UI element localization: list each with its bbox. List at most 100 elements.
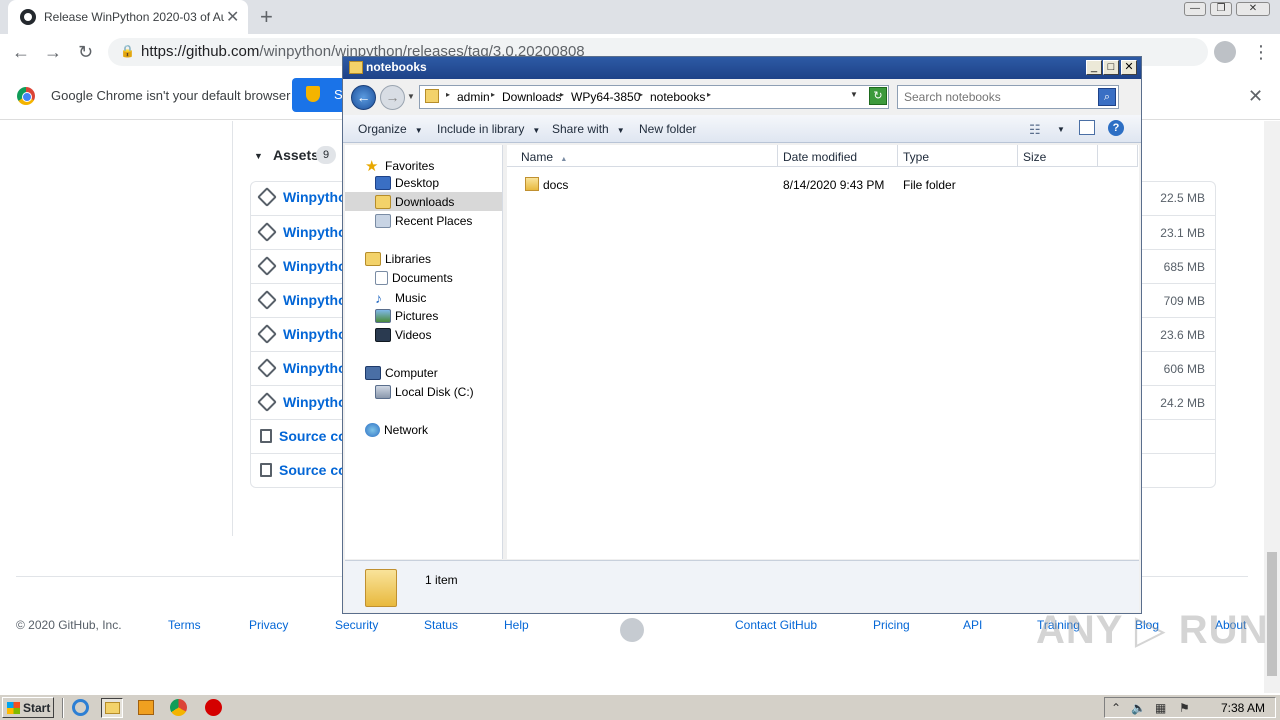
asset-link[interactable]: Winpytho [283, 224, 347, 240]
nav-downloads-label: Downloads [395, 195, 455, 209]
explorer-title-bar[interactable]: notebooks _ □ ✕ [343, 57, 1141, 79]
nav-downloads[interactable]: Downloads [375, 195, 454, 209]
nav-pictures[interactable]: Pictures [375, 309, 438, 323]
nav-local-disk[interactable]: Local Disk (C:) [375, 385, 474, 399]
tab-close-icon[interactable]: ✕ [226, 7, 239, 27]
asset-link[interactable]: Winpytho [283, 292, 347, 308]
file-type: File folder [903, 178, 956, 192]
start-button[interactable]: Start [2, 697, 54, 718]
new-folder-button[interactable]: New folder [639, 122, 696, 136]
tray-expand-icon[interactable]: ⌃ [1111, 701, 1121, 715]
back-arrow-icon[interactable]: ← [12, 42, 30, 63]
footer-link-status[interactable]: Status [424, 618, 458, 632]
infobar-close-icon[interactable]: ✕ [1248, 86, 1263, 107]
footer-link-privacy[interactable]: Privacy [249, 618, 288, 632]
share-with-menu[interactable]: Share with ▼ [552, 122, 625, 136]
nav-documents[interactable]: Documents [375, 271, 453, 285]
internet-explorer-icon[interactable] [70, 698, 92, 718]
file-name[interactable]: docs [543, 178, 568, 192]
column-header-date[interactable]: Date modified [778, 145, 898, 167]
refresh-icon[interactable]: ↻ [869, 87, 887, 105]
footer-link-pricing[interactable]: Pricing [873, 618, 910, 632]
breadcrumb-notebooks[interactable]: notebooks [650, 90, 705, 104]
page-scrollbar-thumb[interactable] [1267, 552, 1277, 676]
volume-icon[interactable]: 🔈 [1131, 701, 1146, 715]
explorer-back-icon[interactable]: ← [351, 85, 376, 110]
asset-link[interactable]: Winpytho [283, 394, 347, 410]
breadcrumb-separator-icon[interactable]: ▸ [707, 90, 711, 99]
footer-link-api[interactable]: API [963, 618, 982, 632]
browser-tab[interactable]: Release WinPython 2020-03 of August ✕ [8, 0, 248, 34]
footer-link-contact[interactable]: Contact GitHub [735, 618, 817, 632]
column-header-size[interactable]: Size [1018, 145, 1098, 167]
breadcrumb-separator-icon[interactable]: ▸ [446, 90, 450, 99]
asset-link[interactable]: Source co [279, 462, 347, 478]
close-window-button[interactable]: ✕ [1236, 2, 1270, 16]
profile-avatar-icon[interactable] [1214, 41, 1236, 63]
nav-desktop-label: Desktop [395, 176, 440, 190]
view-options-icon[interactable]: ☷ [1029, 122, 1041, 138]
breadcrumb-separator-icon[interactable]: ▸ [639, 90, 643, 99]
tab-title: Release WinPython 2020-03 of August [44, 10, 224, 24]
nav-network[interactable]: Network [365, 423, 428, 437]
assets-caret-icon[interactable]: ▼ [254, 151, 263, 161]
asset-link[interactable]: Winpytho [283, 326, 347, 342]
search-icon[interactable]: ⌕ [1098, 88, 1116, 106]
network-tray-icon[interactable]: ▦ [1155, 701, 1166, 715]
preview-pane-icon[interactable] [1079, 120, 1095, 135]
nav-music[interactable]: ♪ Music [375, 290, 426, 306]
chrome-taskbar-icon[interactable] [168, 698, 190, 718]
breadcrumb-separator-icon[interactable]: ▸ [491, 90, 495, 99]
chrome-menu-icon[interactable]: ⋮ [1252, 42, 1270, 63]
dropdown-arrow-icon: ▼ [532, 126, 541, 135]
explorer-forward-icon[interactable]: → [380, 85, 405, 110]
breadcrumb-separator-icon[interactable]: ▸ [560, 90, 564, 99]
breadcrumb[interactable]: ▸ admin ▸ Downloads ▸ WPy64-3850 ▸ noteb… [419, 85, 889, 109]
forward-arrow-icon[interactable]: → [44, 42, 62, 63]
taskbar-clock[interactable]: 7:38 AM [1221, 701, 1265, 715]
maximize-button[interactable]: ❐ [1210, 2, 1232, 16]
footer-link-help[interactable]: Help [504, 618, 529, 632]
asset-link[interactable]: Winpytho [283, 189, 347, 205]
explorer-minimize-button[interactable]: _ [1086, 60, 1102, 75]
reload-icon[interactable]: ↻ [78, 42, 93, 63]
asset-link[interactable]: Source co [279, 428, 347, 444]
new-tab-button[interactable]: + [260, 4, 273, 30]
organize-label: Organize [358, 122, 407, 136]
nav-computer[interactable]: Computer [365, 366, 438, 380]
recent-pages-chevron-icon[interactable]: ▼ [407, 92, 415, 101]
help-icon[interactable]: ? [1108, 120, 1124, 136]
action-center-flag-icon[interactable]: ⚑ [1179, 701, 1190, 715]
asset-link[interactable]: Winpytho [283, 258, 347, 274]
stop-sign-icon[interactable] [203, 698, 225, 718]
assets-heading[interactable]: Assets [273, 147, 319, 163]
media-player-icon[interactable] [135, 698, 157, 718]
explorer-close-button[interactable]: ✕ [1121, 60, 1137, 75]
organize-menu[interactable]: Organize ▼ [358, 122, 423, 136]
github-mark-icon[interactable] [620, 618, 644, 642]
system-tray: ⌃ 🔈 ▦ ⚑ 7:38 AM [1104, 697, 1276, 718]
nav-recent-places[interactable]: Recent Places [375, 214, 472, 228]
view-dropdown-icon[interactable]: ▼ [1057, 125, 1065, 134]
column-header-type[interactable]: Type [898, 145, 1018, 167]
nav-desktop[interactable]: Desktop [375, 176, 439, 190]
address-history-chevron-icon[interactable]: ▼ [850, 90, 858, 99]
search-box[interactable]: ⌕ [897, 85, 1119, 109]
explorer-taskbar-icon[interactable] [101, 698, 123, 718]
include-in-library-menu[interactable]: Include in library ▼ [437, 122, 540, 136]
nav-libraries[interactable]: Libraries [365, 252, 431, 266]
breadcrumb-downloads[interactable]: Downloads [502, 90, 561, 104]
nav-videos[interactable]: Videos [375, 328, 431, 342]
minimize-button[interactable]: — [1184, 2, 1206, 16]
column-header-name[interactable]: Name ▲ [507, 145, 778, 167]
search-input[interactable] [898, 86, 1094, 108]
footer-link-security[interactable]: Security [335, 618, 378, 632]
breadcrumb-wpy64[interactable]: WPy64-3850 [571, 90, 640, 104]
asset-size: 22.5 MB [1160, 191, 1205, 205]
nav-favorites[interactable]: ★ Favorites [365, 157, 434, 175]
footer-link-terms[interactable]: Terms [168, 618, 201, 632]
asset-link[interactable]: Winpytho [283, 360, 347, 376]
nav-local-disk-label: Local Disk (C:) [395, 385, 474, 399]
explorer-maximize-button[interactable]: □ [1103, 60, 1119, 75]
breadcrumb-admin[interactable]: admin [457, 90, 490, 104]
